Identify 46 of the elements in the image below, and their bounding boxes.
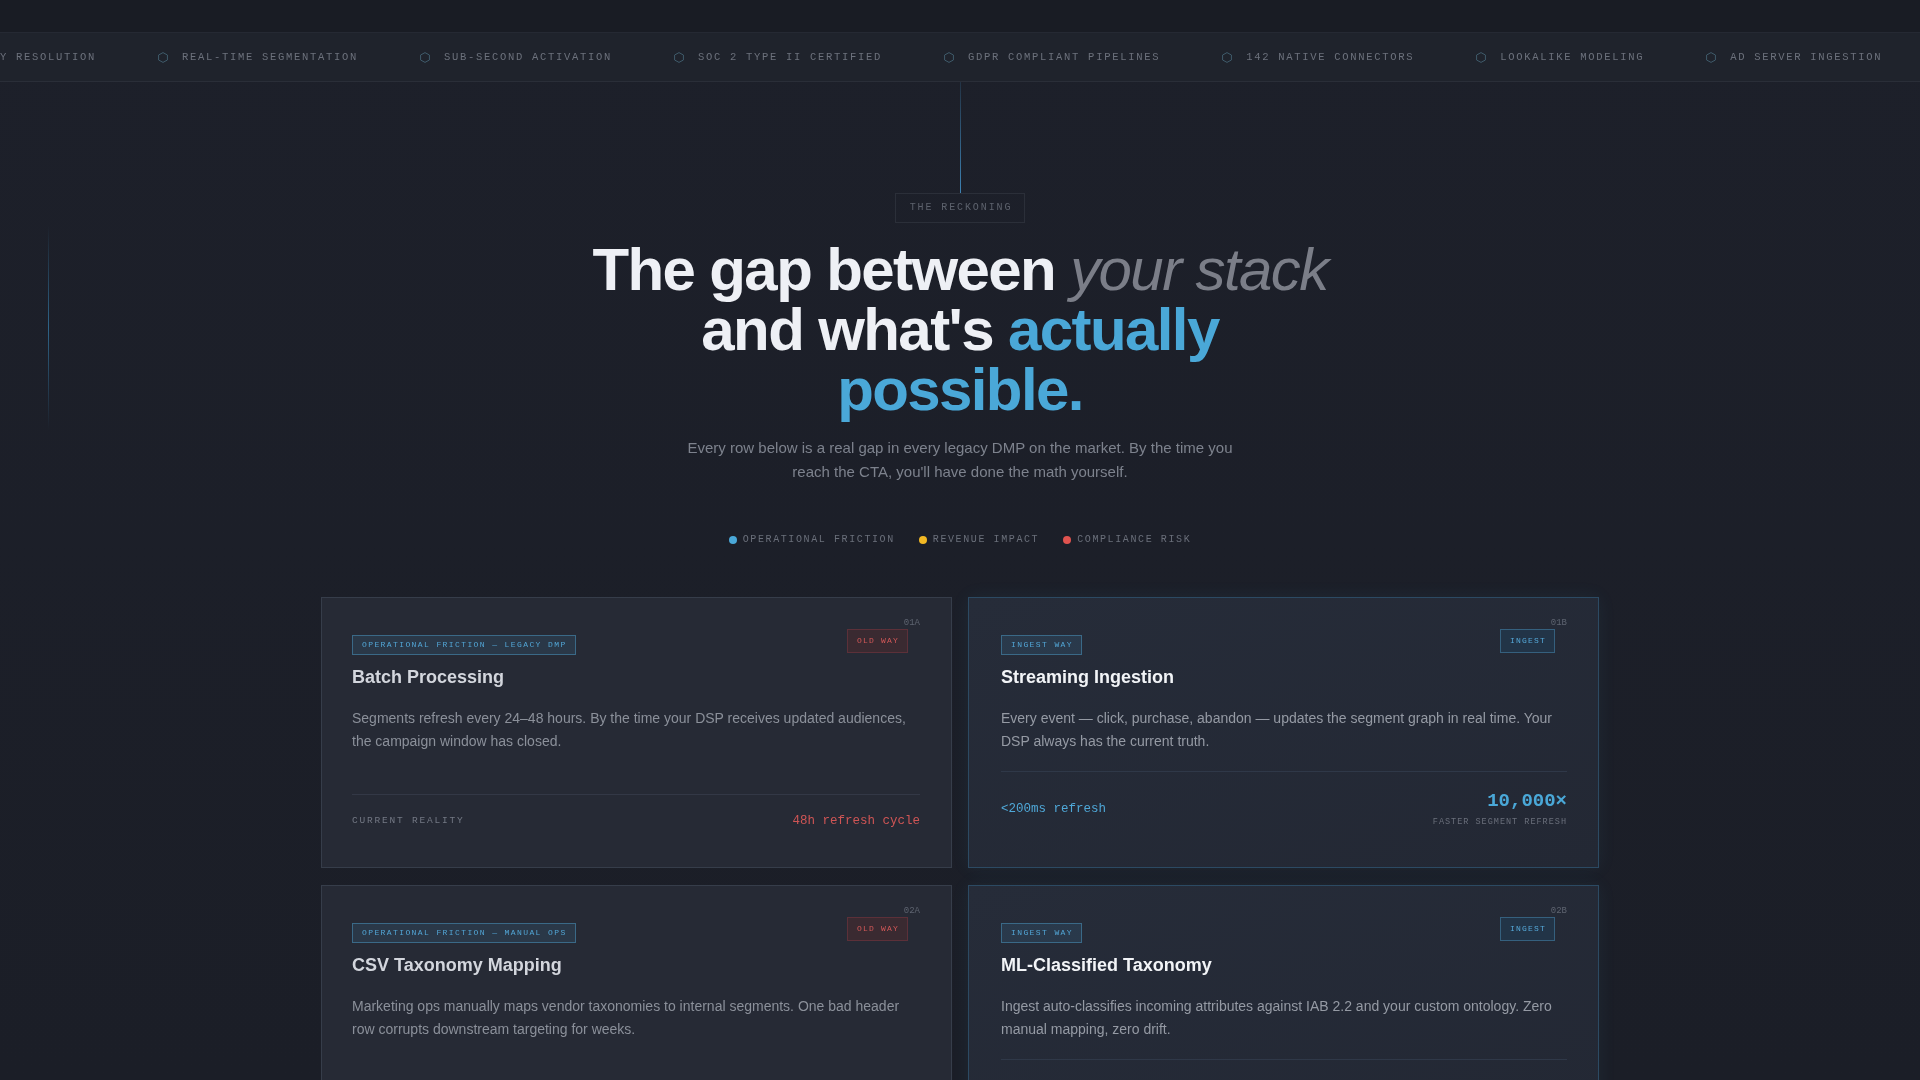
section-headline: The gap between your stack and what's actually possible.: [577, 240, 1343, 420]
ticker-item: REAL-TIME SEGMENTATION: [182, 50, 359, 64]
category-tag: OPERATIONAL FRICTION — LEGACY DMP: [352, 635, 576, 655]
card-title: Batch Processing: [352, 666, 505, 688]
card-title: ML-Classified Taxonomy: [1001, 954, 1212, 976]
hexagon-icon: [1222, 51, 1233, 63]
approach-badge: OLD WAY: [847, 917, 908, 941]
ticker-item: SOC 2 TYPE II CERTIFIED: [698, 50, 883, 64]
section-intro: Every row below is a real gap in every legacy DMP on the market. By the time you reach the CTA, you'll have done the math yourself.: [686, 438, 1234, 482]
legend-label: COMPLIANCE RISK: [1077, 533, 1192, 547]
card-number: 01A: [903, 618, 920, 629]
approach-badge: OLD WAY: [847, 629, 908, 653]
category-tag: INGEST WAY: [1001, 635, 1082, 655]
legend-label: OPERATIONAL FRICTION: [742, 533, 895, 547]
card-title: Streaming Ingestion: [1001, 666, 1175, 688]
metric-caption: FASTER SEGMENT REFRESH: [1432, 817, 1567, 828]
card-title: CSV Taxonomy Mapping: [352, 954, 562, 976]
hexagon-icon: [158, 51, 168, 63]
card-number: 01B: [1550, 618, 1567, 629]
ticker-item: AD SERVER INGESTION: [1730, 50, 1883, 64]
card-description: Marketing ops manually maps vendor taxonomies to internal segments. One bad header row corrupts downstream targeting for weeks.: [352, 997, 901, 1039]
hexagon-icon: [420, 51, 431, 63]
ticker-item: 142 NATIVE CONNECTORS: [1246, 50, 1415, 64]
approach-badge: INGEST: [1500, 917, 1555, 941]
approach-badge: INGEST: [1500, 629, 1555, 653]
hexagon-icon: [944, 51, 955, 63]
card-number: 02A: [903, 906, 920, 917]
footer-label: CURRENT REALITY: [352, 814, 465, 828]
ticker-item: SUB-SECOND ACTIVATION: [444, 50, 613, 64]
ticker-item: Y RESOLUTION: [0, 50, 96, 64]
category-tag: INGEST WAY: [1001, 923, 1082, 943]
card-description: Segments refresh every 24–48 hours. By the time your DSP receives updated audiences, the campaign window has closed.: [352, 709, 907, 751]
hexagon-icon: [1706, 51, 1717, 63]
section-eyebrow: THE RECKONING: [894, 193, 1026, 223]
legend-label: REVENUE IMPACT: [932, 533, 1040, 547]
hexagon-icon: [674, 51, 685, 63]
footer-value: 48h refresh cycle: [792, 813, 920, 829]
footer-value: <200ms refresh: [1001, 801, 1107, 817]
card-number: 02B: [1550, 906, 1567, 917]
metric-value: 10,000×: [1487, 790, 1567, 812]
category-tag: OPERATIONAL FRICTION — MANUAL OPS: [352, 923, 576, 943]
card-description: Ingest auto-classifies incoming attributes against IAB 2.2 and your custom ontology. Zero manual mapping, zero drift.: [1001, 997, 1553, 1039]
card-description: Every event — click, purchase, abandon — updates the segment graph in real time. Your DSP always has the current truth.: [1001, 709, 1553, 751]
ticker-item: LOOKALIKE MODELING: [1500, 50, 1645, 64]
ticker-item: GDPR COMPLIANT PIPELINES: [968, 50, 1161, 64]
hexagon-icon: [1476, 51, 1487, 63]
